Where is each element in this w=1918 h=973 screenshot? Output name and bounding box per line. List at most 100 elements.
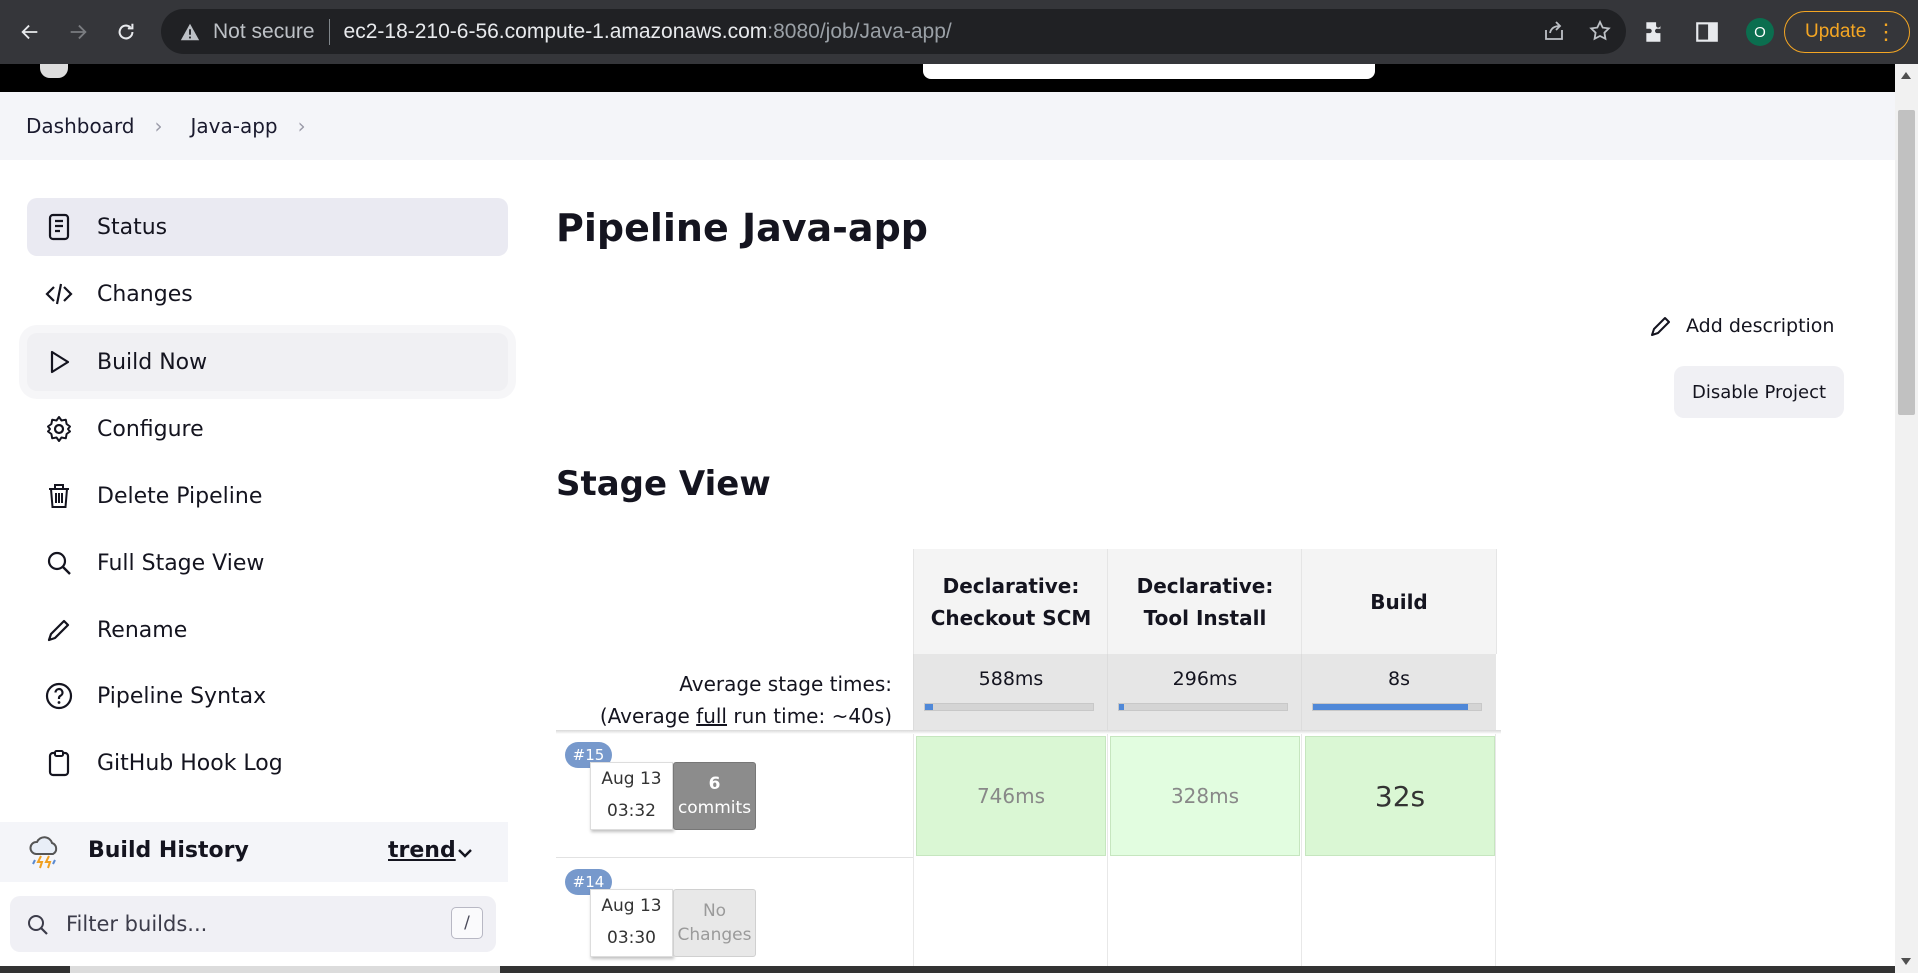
back-button[interactable]: [12, 14, 48, 50]
filter-builds-input[interactable]: Filter builds... /: [10, 896, 496, 952]
breadcrumb-java-app[interactable]: Java-app: [191, 114, 278, 138]
keyboard-shortcut-hint: /: [451, 907, 483, 939]
reload-button[interactable]: [108, 14, 144, 50]
average-stage-times-label: Average stage times: (Average full run t…: [556, 668, 892, 732]
sidebar-item-label: GitHub Hook Log: [97, 750, 283, 776]
sidebar-item-build-now[interactable]: Build Now: [27, 333, 508, 391]
build-history-header: Build History trend: [0, 822, 508, 882]
sidebar-item-label: Full Stage View: [97, 550, 265, 576]
weather-storm-icon: [29, 836, 58, 869]
column-divider: [913, 734, 914, 966]
stage-header-line2: Tool Install: [1143, 605, 1267, 630]
gear-icon: [47, 416, 71, 442]
filter-placeholder: Filter builds...: [66, 912, 208, 936]
build-history-trend-link[interactable]: trend: [388, 838, 456, 863]
column-divider: [1301, 734, 1302, 966]
scroll-down-arrow-icon[interactable]: [1901, 958, 1911, 965]
scrollbar-thumb[interactable]: [1898, 110, 1915, 415]
sidebar-item-configure[interactable]: Configure: [27, 400, 508, 458]
sidebar-item-label: Delete Pipeline: [97, 483, 263, 509]
no-changes-line2: Changes: [677, 925, 752, 945]
update-button[interactable]: Update ⋮: [1784, 11, 1910, 53]
bookmark-star-icon[interactable]: [1588, 19, 1612, 43]
build-date-day: Aug 13: [601, 769, 662, 789]
search-icon: [28, 915, 48, 935]
stage-average-bar: [924, 703, 1094, 711]
page-scrollbar[interactable]: [1895, 64, 1918, 973]
average-label-line1: Average stage times:: [679, 672, 892, 696]
address-divider: [328, 18, 330, 45]
add-description-link[interactable]: Add description: [1648, 313, 1834, 339]
header-search-box[interactable]: [923, 64, 1375, 79]
sidebar-item-changes[interactable]: Changes: [27, 265, 508, 323]
average-label-suffix: run time: ~40s): [727, 704, 892, 728]
share-icon[interactable]: [1542, 19, 1566, 43]
stage-average-bar-fill: [925, 704, 934, 710]
full-run-time-link[interactable]: full: [696, 704, 727, 728]
commits-count: 6: [708, 774, 721, 794]
not-secure-label[interactable]: Not secure: [213, 20, 315, 44]
stage-header-tool-install: Declarative: Tool Install: [1107, 549, 1302, 654]
column-divider: [1107, 734, 1108, 966]
url-path: :8080/job/Java-app/: [767, 19, 952, 43]
add-description-label: Add description: [1686, 315, 1835, 337]
sidebar-item-delete-pipeline[interactable]: Delete Pipeline: [27, 467, 508, 525]
arrow-left-icon: [21, 24, 38, 40]
browser-toolbar: Not secure ec2-18-210-6-56.compute-1.ama…: [0, 0, 1918, 64]
build-date-time: 03:32: [607, 801, 656, 821]
disable-project-button[interactable]: Disable Project: [1674, 366, 1844, 418]
stage-cell-build[interactable]: 32s: [1305, 736, 1495, 856]
sidebar-item-full-stage-view[interactable]: Full Stage View: [27, 534, 508, 592]
extensions-icon[interactable]: [1642, 19, 1668, 45]
sidebar-item-status[interactable]: Status: [27, 198, 508, 256]
scroll-up-arrow-icon[interactable]: [1901, 72, 1911, 79]
profile-avatar[interactable]: O: [1746, 18, 1774, 46]
stage-header-checkout-scm: Declarative: Checkout SCM: [913, 549, 1108, 654]
stage-cell-tool-install[interactable]: 328ms: [1110, 736, 1300, 856]
sidebar-item-label: Build Now: [97, 349, 208, 375]
stage-average-time: 296ms: [1172, 668, 1238, 690]
horizontal-scrollbar-thumb[interactable]: [70, 966, 500, 973]
breadcrumb-dashboard[interactable]: Dashboard: [26, 114, 135, 138]
no-changes-line1: No: [702, 901, 727, 921]
chevron-down-icon[interactable]: [456, 844, 474, 862]
page-title: Pipeline Java-app: [556, 206, 928, 250]
sidebar-item-rename[interactable]: Rename: [27, 601, 508, 659]
stage-header-line2: Build: [1370, 589, 1428, 614]
jenkins-header: [0, 64, 1895, 92]
side-panel-icon[interactable]: [1694, 19, 1720, 45]
commits-label: commits: [677, 798, 752, 818]
sidebar-item-label: Pipeline Syntax: [97, 683, 267, 709]
sidebar-item-label: Status: [97, 214, 168, 240]
build-date: Aug 13 03:30: [590, 889, 673, 957]
address-bar[interactable]: Not secure ec2-18-210-6-56.compute-1.ama…: [161, 9, 1626, 54]
trash-icon: [49, 484, 69, 508]
update-label: Update: [1805, 21, 1867, 42]
chevron-right-icon: ›: [154, 114, 163, 138]
stage-average-build: 8s: [1301, 654, 1496, 730]
help-icon: [45, 682, 73, 710]
arrow-right-icon: [70, 24, 87, 40]
more-vert-icon[interactable]: ⋮: [1875, 21, 1897, 43]
jenkins-logo[interactable]: [40, 64, 68, 78]
sidebar-item-github-hook-log[interactable]: GitHub Hook Log: [27, 734, 508, 792]
forward-button[interactable]: [60, 14, 96, 50]
reload-icon: [118, 23, 134, 40]
warning-icon: [180, 23, 200, 40]
commits-badge[interactable]: 6 commits: [673, 762, 756, 830]
play-icon: [50, 350, 70, 374]
stage-average-bar-fill: [1313, 704, 1468, 710]
sidebar-item-pipeline-syntax[interactable]: Pipeline Syntax: [27, 667, 508, 725]
stage-average-bar: [1118, 703, 1288, 711]
stage-average-bar-fill: [1119, 704, 1125, 710]
stage-average-checkout-scm: 588ms: [913, 654, 1108, 730]
build-history-title: Build History: [88, 838, 249, 863]
pencil-icon: [47, 619, 70, 642]
column-divider: [1495, 734, 1496, 966]
average-label-prefix: (Average: [599, 704, 697, 728]
code-icon: [45, 283, 73, 305]
url-host: ec2-18-210-6-56.compute-1.amazonaws.com: [343, 19, 768, 43]
chevron-right-icon[interactable]: ›: [298, 114, 306, 138]
horizontal-scrollbar[interactable]: [0, 966, 1895, 973]
stage-cell-checkout-scm[interactable]: 746ms: [916, 736, 1106, 856]
